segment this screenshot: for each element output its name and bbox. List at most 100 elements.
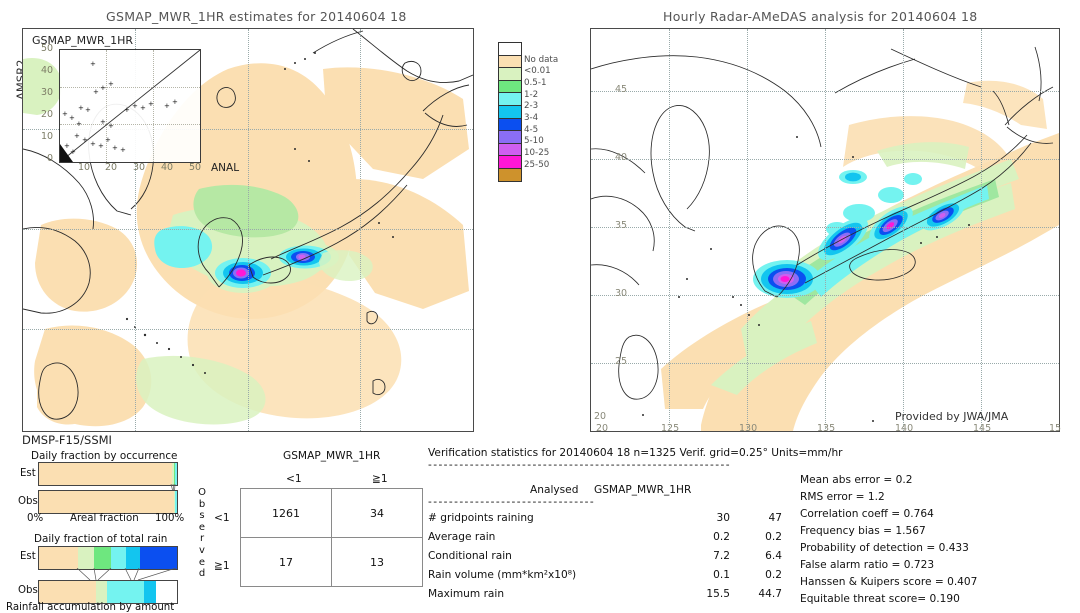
stats-row-gsmap: 47 (768, 512, 782, 524)
side-label-letter: d (198, 568, 206, 580)
inset-x-tick: 10 (78, 162, 91, 173)
right-map-lon-tick: 125 (661, 423, 680, 434)
inset-x-tick: 50 (189, 162, 202, 173)
svg-text:+: + (140, 104, 146, 112)
right-map-gridline (669, 29, 670, 431)
right-map-title: Hourly Radar-AMeDAS analysis for 2014060… (663, 9, 978, 24)
right-map-lon-tick: 135 (817, 423, 836, 434)
right-map-lat-tick: 40 (615, 152, 628, 163)
bar-segment (174, 491, 177, 513)
svg-text:+: + (62, 110, 68, 118)
left-map-gridline (23, 229, 473, 230)
colorbar-cell (499, 118, 521, 132)
left-map-gridline (23, 329, 473, 330)
colorbar-label: 2-3 (524, 101, 539, 111)
amount-panel-caption: Rainfall accumulation by amount (6, 602, 175, 613)
stats-col-analysed: Analysed (530, 484, 579, 496)
svg-text:+: + (108, 80, 114, 88)
bar-segment (78, 547, 95, 569)
contingency-col-header: <1 (286, 473, 302, 485)
stats-row-label: Average rain (428, 531, 496, 543)
svg-text:+: + (132, 102, 138, 110)
stats-row-gsmap: 0.2 (765, 569, 782, 581)
svg-text:+: + (82, 136, 88, 144)
right-map-lon-tick: 15 (1049, 423, 1062, 434)
table-cell: 17 (240, 537, 332, 587)
side-label-letter: s (199, 510, 205, 522)
precipitation-colorbar (498, 42, 522, 182)
amount-est-label: Est (20, 551, 36, 562)
bar-segment (156, 581, 177, 603)
stats-row-label: Conditional rain (428, 550, 512, 562)
colorbar-label: No data (524, 55, 559, 65)
amount-connector-lines (76, 568, 176, 580)
right-map-gridline (591, 91, 1059, 92)
occurrence-panel-title: Daily fraction by occurrence (31, 450, 178, 462)
left-map-frame: GSMAP_MWR_1HR + + + + + + + + + + + + + + + + + +… (22, 28, 474, 432)
left-map-gridline (248, 29, 249, 431)
inset-x-axis-label: ANAL (211, 162, 240, 174)
side-label-letter: r (199, 533, 205, 545)
occurrence-obs-label: Obs (18, 496, 38, 507)
svg-text:+: + (76, 120, 82, 128)
right-map-lat-tick: 30 (615, 288, 628, 299)
bar-segment (106, 581, 144, 603)
right-map-gridline (591, 227, 1059, 228)
stats-row-analysed: 15.5 (706, 588, 730, 600)
inset-scatter-plot: ++ ++ + + ++ + + + + ++ ++ ++ ++ + + + + ++ (60, 50, 200, 162)
colorbar-label: 5-10 (524, 136, 544, 146)
colorbar-label: 0.5-1 (524, 78, 547, 88)
occurrence-axis-max: 100% (155, 513, 185, 524)
right-map-lon-tick: 145 (973, 423, 992, 434)
metric-false-alarm-ratio: False alarm ratio = 0.723 (800, 559, 935, 571)
right-map-lon-corner: 20 (596, 423, 609, 434)
right-map-gridline (903, 29, 904, 431)
metric-hanssen-kuipers-score: Hanssen & Kuipers score = 0.407 (800, 576, 978, 588)
contingency-col-header: ≧1 (372, 473, 388, 485)
stats-row-analysed: 0.1 (713, 569, 730, 581)
left-map-title: GSMAP_MWR_1HR estimates for 20140604 18 (106, 9, 407, 24)
table-row: 17 13 (240, 537, 423, 587)
stats-row-analysed: 0.2 (713, 531, 730, 543)
right-map-gridline (591, 363, 1059, 364)
svg-text:+: + (100, 118, 106, 126)
svg-text:+: + (90, 140, 96, 148)
contingency-header: GSMAP_MWR_1HR (283, 450, 381, 462)
occurrence-axis-min: 0% (27, 513, 44, 524)
left-map-gridline (360, 29, 361, 431)
occurrence-est-label: Est (20, 468, 36, 479)
bar-segment (95, 581, 107, 603)
colorbar-label: 4-5 (524, 125, 539, 135)
stats-row-gsmap: 0.2 (765, 531, 782, 543)
svg-text:+: + (98, 142, 104, 150)
svg-text:+: + (164, 102, 170, 110)
metric-correlation-coeff: Correlation coeff = 0.764 (800, 508, 934, 520)
amount-est-bar (38, 546, 178, 570)
bar-segment (111, 547, 126, 569)
stats-header: Verification statistics for 20140604 18 … (428, 447, 843, 459)
table-row: 1261 34 (240, 488, 423, 538)
metric-equitable-threat-score: Equitable threat score= 0.190 (800, 593, 960, 605)
stats-row-gsmap: 44.7 (758, 588, 782, 600)
inset-y-tick: 10 (41, 131, 54, 142)
right-map-lat-tick: 35 (615, 220, 628, 231)
svg-text:+: + (90, 60, 96, 68)
contingency-table: 1261 34 17 13 (240, 488, 423, 587)
svg-text:+: + (74, 132, 80, 140)
side-label-letter: v (199, 544, 205, 556)
side-label-letter: O (198, 487, 206, 498)
colorbar-cell (499, 105, 521, 119)
metric-frequency-bias: Frequency bias = 1.567 (800, 525, 926, 537)
metric-mean-abs-error: Mean abs error = 0.2 (800, 474, 913, 486)
right-map-lat-tick: 20 (594, 411, 607, 422)
right-map-lon-tick: 140 (895, 423, 914, 434)
stats-rule-short: -------------------------------- (428, 496, 596, 508)
colorbar-cell (499, 68, 521, 81)
colorbar-cell (499, 43, 521, 56)
svg-text:+: + (148, 100, 154, 108)
side-label-letter: b (198, 498, 206, 510)
occurrence-est-bar (38, 462, 178, 486)
colorbar-cell (499, 156, 521, 169)
stats-rule: ----------------------------------------… (428, 459, 731, 471)
bar-segment (94, 547, 112, 569)
